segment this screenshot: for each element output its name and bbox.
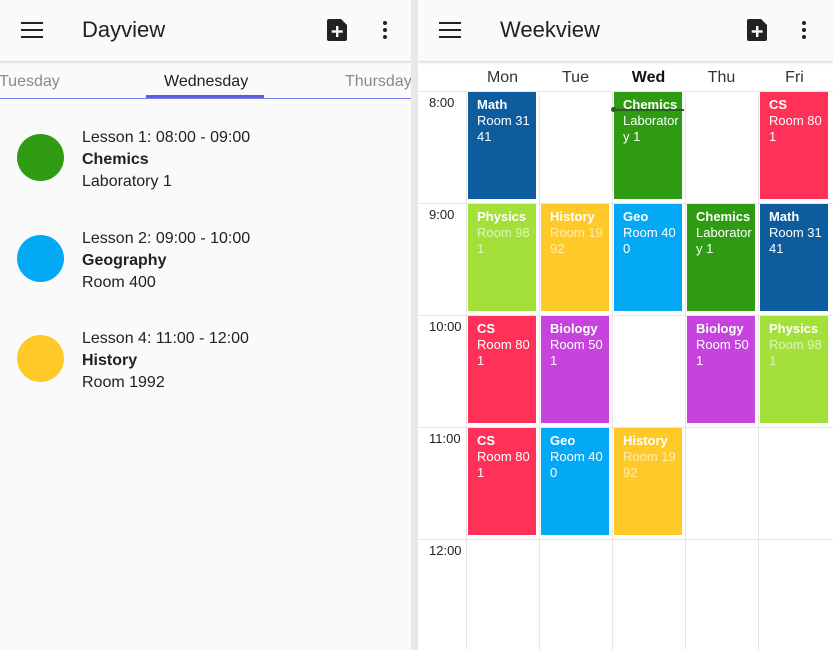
event-title: Physics [477,209,527,224]
event-title: History [550,209,595,224]
event-biology-tue-10[interactable]: Biology Room 501 [541,316,609,423]
event-room: Room 981 [477,225,530,256]
tab-tuesday[interactable]: Tuesday [0,73,60,91]
time-label-12: 12:00 [429,543,462,558]
lesson-room: Room 1992 [82,374,165,391]
day-divider [466,91,467,650]
dayview-title: Dayview [82,17,166,42]
event-chemics-thu-9[interactable]: Chemics Laboratory 1 [687,204,755,311]
weekview-title: Weekview [500,17,600,42]
event-title: CS [477,321,496,336]
lesson-color-dot [17,134,64,181]
event-cs-mon-10[interactable]: CS Room 801 [468,316,536,423]
event-room: Room 1992 [550,225,603,256]
lesson-time: Lesson 2: 09:00 - 10:00 [82,230,251,247]
lesson-subject: Chemics [82,151,149,168]
event-title: Biology [550,321,598,336]
event-title: Physics [769,321,819,336]
event-title: CS [769,97,788,112]
event-title: Geo [623,209,649,224]
event-cs-mon-11[interactable]: CS Room 801 [468,428,536,535]
event-title: CS [477,433,496,448]
event-room: Room 3141 [477,113,530,144]
week-grid: 8:00 9:00 10:00 11:00 12:00 Math Room 31… [418,91,833,650]
event-room: Room 801 [477,337,530,368]
event-room: Laboratory 1 [696,225,752,256]
event-cs-fri-8[interactable]: CS Room 801 [760,92,828,199]
tab-thursday[interactable]: Thursday [345,73,411,91]
event-history-tue-9[interactable]: History Room 1992 [541,204,609,311]
time-label-11: 11:00 [429,431,461,446]
day-tabs: Tuesday Wednesday Thursday [0,62,411,99]
event-math-fri-9[interactable]: Math Room 3141 [760,204,828,311]
weekview-screen: Weekview Mon Tue Wed Thu Fri 8:00 9:00 1… [418,0,833,650]
event-room: Room 501 [696,337,749,368]
weekday-header: Mon Tue Wed Thu Fri [418,63,833,91]
lesson-item[interactable]: Lesson 4: 11:00 - 12:00 History Room 199… [0,330,411,420]
current-time-line [612,109,684,111]
day-header-mon: Mon [486,69,519,86]
tab-wednesday[interactable]: Wednesday [164,73,248,91]
event-room: Laboratory 1 [623,113,679,144]
event-room: Room 400 [550,449,603,480]
time-label-9: 9:00 [429,207,455,222]
day-divider [612,91,613,650]
day-header-fri: Fri [785,69,804,86]
hour-divider [418,539,833,540]
event-geo-tue-11[interactable]: Geo Room 400 [541,428,609,535]
lesson-subject: Geography [82,252,167,269]
day-header-thu: Thu [707,69,736,86]
event-room: Room 501 [550,337,603,368]
menu-icon[interactable] [439,22,461,38]
event-physics-fri-10[interactable]: Physics Room 981 [760,316,828,423]
day-header-tue: Tue [562,69,589,86]
time-label-10: 10:00 [429,319,462,334]
event-title: Chemics [696,209,751,224]
dayview-app-bar: Dayview [0,0,411,62]
day-header-wed: Wed [631,69,666,86]
day-divider [539,91,540,650]
more-options-icon[interactable] [382,20,388,40]
lesson-time: Lesson 1: 08:00 - 09:00 [82,129,251,146]
event-room: Room 981 [769,337,822,368]
weekview-app-bar: Weekview [418,0,833,62]
time-label-8: 8:00 [429,95,455,110]
lesson-color-dot [17,235,64,282]
event-biology-thu-10[interactable]: Biology Room 501 [687,316,755,423]
lesson-item[interactable]: Lesson 2: 09:00 - 10:00 Geography Room 4… [0,230,411,320]
lesson-time: Lesson 4: 11:00 - 12:00 [82,330,249,347]
event-title: Math [769,209,800,224]
add-lesson-icon[interactable] [747,19,767,41]
active-tab-indicator [146,95,264,98]
event-title: Biology [696,321,744,336]
menu-icon[interactable] [21,22,43,38]
add-lesson-icon[interactable] [327,19,347,41]
lesson-room: Room 400 [82,274,156,291]
lesson-room: Laboratory 1 [82,173,172,190]
event-room: Room 3141 [769,225,822,256]
current-time-dot [611,107,616,112]
event-room: Room 801 [477,449,530,480]
event-title: History [623,433,668,448]
lesson-item[interactable]: Lesson 1: 08:00 - 09:00 Chemics Laborato… [0,129,411,219]
event-math-mon-8[interactable]: Math Room 3141 [468,92,536,199]
more-options-icon[interactable] [801,20,807,40]
event-history-wed-11[interactable]: History Room 1992 [614,428,682,535]
lesson-subject: History [82,352,138,369]
day-divider [685,91,686,650]
event-title: Geo [550,433,576,448]
event-room: Room 400 [623,225,676,256]
day-divider [758,91,759,650]
lesson-color-dot [17,335,64,382]
event-room: Room 801 [769,113,822,144]
event-title: Math [477,97,508,112]
dayview-screen: Dayview Tuesday Wednesday Thursday Lesso… [0,0,411,650]
event-physics-mon-9[interactable]: Physics Room 981 [468,204,536,311]
event-room: Room 1992 [623,449,676,480]
event-geo-wed-9[interactable]: Geo Room 400 [614,204,682,311]
